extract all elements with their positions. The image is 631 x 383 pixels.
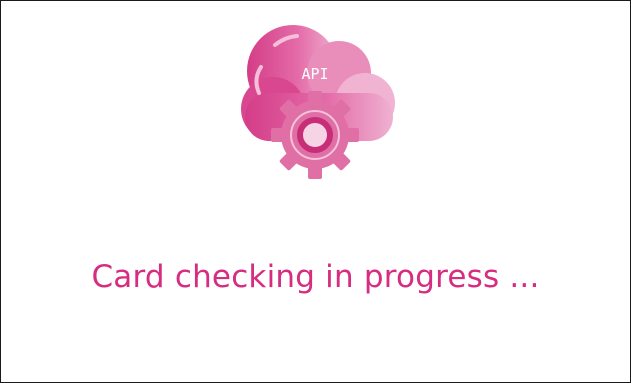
api-cloud-illustration: API	[231, 23, 399, 185]
dialog-frame: API Card checking in progress ...	[0, 0, 631, 383]
gear-icon	[271, 91, 359, 179]
cloud-icon: API	[241, 25, 395, 179]
api-label: API	[301, 65, 328, 83]
status-message: Card checking in progress ...	[91, 259, 540, 295]
